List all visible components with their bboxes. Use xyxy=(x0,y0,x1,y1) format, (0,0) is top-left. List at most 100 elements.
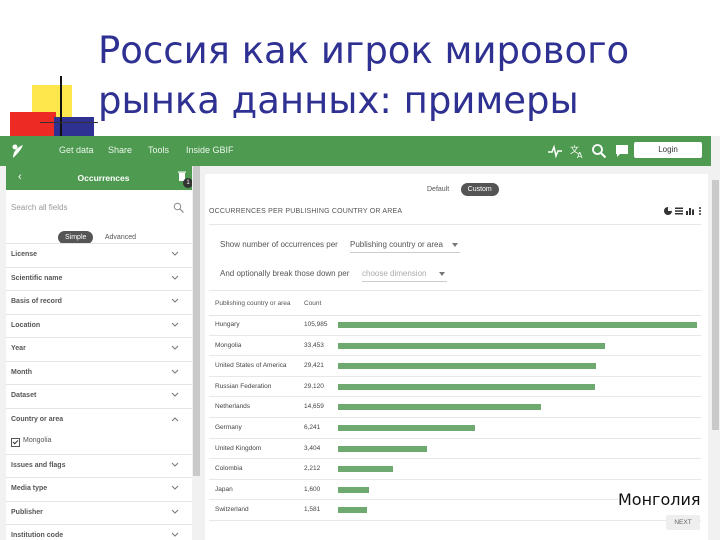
row-count-label: 29,120 xyxy=(304,382,324,390)
table-row[interactable]: United Kingdom 3,404 xyxy=(209,439,701,460)
table-row[interactable]: Hungary 105,985 xyxy=(209,315,701,336)
more-vert-icon[interactable] xyxy=(699,207,701,215)
row-country-label: Russian Federation xyxy=(215,382,272,390)
filter-label: Dataset xyxy=(11,392,37,399)
row-country-label: Colombia xyxy=(215,465,243,473)
filter-media-type[interactable]: Media type xyxy=(6,477,201,501)
table-row[interactable]: Mongolia 33,453 xyxy=(209,336,701,357)
breakdown-placeholder: choose dimension xyxy=(362,269,427,278)
main-scrollbar[interactable] xyxy=(711,166,720,540)
table-row[interactable]: Germany 6,241 xyxy=(209,418,701,439)
filter-scientific-name[interactable]: Scientific name xyxy=(6,266,201,291)
translate-icon[interactable]: 文 A xyxy=(569,143,585,159)
filter-issues-and-flags[interactable]: Issues and flags xyxy=(6,453,201,478)
search-placeholder: Search all fields xyxy=(11,203,68,212)
column-header-count: Count xyxy=(304,300,322,307)
row-country-label: Switzerland xyxy=(215,506,249,514)
sidebar-title: Occurrences xyxy=(77,173,130,183)
nav-share[interactable]: Share xyxy=(108,145,132,155)
nav-get-data[interactable]: Get data xyxy=(59,145,94,155)
table-row[interactable]: Netherlands 14,659 xyxy=(209,397,701,418)
row-count-label: 14,659 xyxy=(304,403,324,411)
next-button[interactable]: NEXT xyxy=(666,515,700,530)
filter-month[interactable]: Month xyxy=(6,360,201,385)
gbif-leaf-icon[interactable] xyxy=(10,142,26,160)
filter-basis-of-record[interactable]: Basis of record xyxy=(6,290,201,314)
chevron-down-icon xyxy=(171,275,179,280)
filter-location[interactable]: Location xyxy=(6,313,201,338)
filter-dataset[interactable]: Dataset xyxy=(6,384,201,408)
count-bar xyxy=(338,383,595,390)
tab-custom[interactable]: Custom xyxy=(460,183,499,196)
row-country-label: United Kingdom xyxy=(215,444,262,452)
row-country-label: Japan xyxy=(215,485,233,493)
dimension-label: Show number of occurrences per xyxy=(220,240,338,249)
svg-text:A: A xyxy=(577,151,583,159)
chevron-down-icon xyxy=(171,251,179,256)
chevron-down-icon xyxy=(171,345,179,350)
scrollbar-thumb[interactable] xyxy=(193,166,200,476)
top-navigation-bar: Get data Share Tools Inside GBIF 文 A Log… xyxy=(0,136,711,166)
row-count-label: 105,985 xyxy=(304,321,328,328)
login-button[interactable]: Login xyxy=(634,142,702,158)
chevron-down-icon xyxy=(171,369,179,374)
filter-publisher[interactable]: Publisher xyxy=(6,500,201,525)
tab-default[interactable]: Default xyxy=(420,183,456,196)
country-option-mongolia[interactable]: Mongolia xyxy=(6,431,201,454)
slide-caption: Монголия xyxy=(618,490,701,509)
chevron-down-icon xyxy=(171,485,179,490)
pulse-icon[interactable] xyxy=(547,143,563,159)
occurrence-chart-card: Default Custom OCCURRENCES PER PUBLISHIN… xyxy=(205,174,708,540)
row-count-label: 29,421 xyxy=(304,362,324,370)
checkbox-checked[interactable] xyxy=(11,438,20,447)
filter-license[interactable]: License xyxy=(6,243,201,267)
card-title: OCCURRENCES PER PUBLISHING COUNTRY OR AR… xyxy=(209,208,403,215)
row-count-label: 3,404 xyxy=(304,444,321,452)
table-view-icon[interactable] xyxy=(675,207,683,215)
filter-label: Location xyxy=(11,321,41,329)
chevron-down-icon xyxy=(171,509,179,514)
view-tabs: Default Custom xyxy=(420,178,499,196)
chat-icon[interactable] xyxy=(614,143,630,159)
gbif-app-screenshot: Get data Share Tools Inside GBIF 文 A Log… xyxy=(0,136,720,540)
breakdown-select[interactable]: choose dimension xyxy=(362,267,447,282)
chevron-down-icon xyxy=(171,462,179,467)
slide-title: Россия как игрок мирового рынка данных: … xyxy=(98,29,630,122)
table-row[interactable]: Colombia 2,212 xyxy=(209,459,701,480)
search-all-fields-input[interactable]: Search all fields xyxy=(11,198,186,218)
row-count-label: 2,212 xyxy=(304,465,321,473)
scrollbar-thumb[interactable] xyxy=(712,180,719,430)
count-bar xyxy=(338,445,427,452)
dimension-select[interactable]: Publishing country or area xyxy=(350,238,460,253)
count-bar xyxy=(338,486,369,493)
nav-inside-gbif[interactable]: Inside GBIF xyxy=(186,145,234,155)
deco-red-square xyxy=(10,112,56,136)
table-row[interactable]: United States of America 29,421 xyxy=(209,356,701,377)
table-header: Publishing country or area Count xyxy=(209,295,701,316)
chevron-down-icon xyxy=(171,532,179,537)
filter-label: Publisher xyxy=(11,508,43,516)
chevron-up-icon xyxy=(171,416,179,421)
count-bar xyxy=(338,466,393,473)
count-bar xyxy=(338,404,541,411)
nav-tools[interactable]: Tools xyxy=(148,145,169,155)
filter-label: Scientific name xyxy=(11,274,63,282)
country-option-label: Mongolia xyxy=(23,437,52,444)
chevron-down-icon xyxy=(171,298,179,303)
deco-horizontal-line xyxy=(40,122,98,123)
filter-label: Issues and flags xyxy=(11,461,66,469)
bar-view-icon[interactable] xyxy=(686,208,694,215)
filter-label: Institution code xyxy=(11,532,64,539)
filter-institution-code[interactable]: Institution code xyxy=(6,524,201,540)
sidebar-scrollbar[interactable] xyxy=(192,166,201,540)
search-icon[interactable] xyxy=(173,202,184,213)
deco-vertical-line xyxy=(60,76,62,136)
filter-country-or-area[interactable]: Country or area xyxy=(6,407,201,432)
search-icon[interactable] xyxy=(591,143,607,159)
pie-view-icon[interactable] xyxy=(664,207,672,215)
filter-year[interactable]: Year xyxy=(6,337,201,361)
row-count-label: 6,241 xyxy=(304,423,321,431)
filter-sidebar: ‹ Occurrences 1 Search all fields Simple… xyxy=(6,166,201,540)
search-mode-toggle: Simple Advanced xyxy=(58,226,143,244)
table-row[interactable]: Russian Federation 29,120 xyxy=(209,377,701,398)
